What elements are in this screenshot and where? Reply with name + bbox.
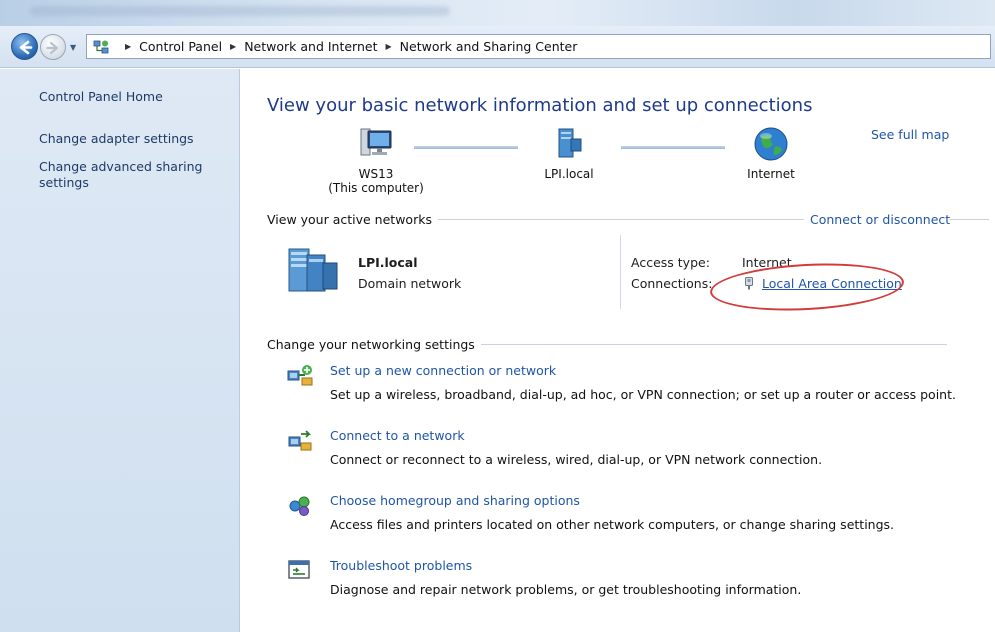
connections-label: Connections: <box>631 276 713 291</box>
change-adapter-settings-link[interactable]: Change adapter settings <box>39 131 229 147</box>
server-icon <box>558 128 582 158</box>
troubleshoot-desc: Diagnose and repair network problems, or… <box>330 582 802 597</box>
access-type-label: Access type: <box>631 255 710 270</box>
map-node-internet[interactable]: Internet <box>727 125 815 181</box>
network-map-name: LPI.local <box>544 167 594 181</box>
breadcrumb[interactable]: ▶ Control Panel ▶ Network and Internet ▶… <box>86 34 991 59</box>
connect-or-disconnect-link[interactable]: Connect or disconnect <box>804 212 951 227</box>
homegroup-icon <box>289 496 310 516</box>
change-advanced-sharing-link[interactable]: Change advanced sharing settings <box>39 159 229 191</box>
active-network-type: Domain network <box>358 276 462 291</box>
back-button[interactable] <box>11 33 38 60</box>
address-bar: ▼ ▶ Control Panel ▶ Network and Internet… <box>0 26 995 68</box>
domain-network-icon <box>288 248 338 292</box>
setup-new-connection-link[interactable]: Set up a new connection or network <box>330 363 556 378</box>
homegroup-sharing-link[interactable]: Choose homegroup and sharing options <box>330 493 580 508</box>
map-connector-line <box>414 146 518 149</box>
networking-settings-title: Change your networking settings <box>267 337 481 352</box>
breadcrumb-separator-icon: ▶ <box>125 42 132 51</box>
vertical-divider <box>620 235 621 309</box>
main-content: View your basic network information and … <box>241 69 995 632</box>
network-center-icon <box>93 40 109 53</box>
globe-icon <box>754 127 788 161</box>
blurred-window-title <box>30 6 450 16</box>
forward-arrow-icon <box>46 41 59 55</box>
forward-button[interactable] <box>40 34 66 60</box>
computer-name: WS13 <box>358 167 394 181</box>
left-task-pane: Control Panel Home Change adapter settin… <box>0 69 240 632</box>
window-title-bar <box>0 0 995 26</box>
map-connector-line <box>621 146 725 149</box>
active-network-name: LPI.local <box>358 255 418 270</box>
map-node-network[interactable]: LPI.local <box>519 125 619 181</box>
breadcrumb-separator-icon: ▶ <box>385 42 392 51</box>
map-node-computer[interactable]: WS13 (This computer) <box>321 125 431 195</box>
new-connection-icon <box>287 365 313 386</box>
computer-note: (This computer) <box>328 181 424 195</box>
connect-network-icon <box>288 430 312 451</box>
internet-label: Internet <box>747 167 795 181</box>
control-panel-home-link[interactable]: Control Panel Home <box>39 89 163 104</box>
breadcrumb-separator-icon: ▶ <box>230 42 237 51</box>
task-troubleshoot: Troubleshoot problems Diagnose and repai… <box>287 558 977 602</box>
history-dropdown-icon[interactable]: ▼ <box>70 43 76 52</box>
connect-to-network-desc: Connect or reconnect to a wireless, wire… <box>330 452 823 467</box>
breadcrumb-network-and-internet[interactable]: Network and Internet <box>244 39 377 54</box>
task-new-connection: Set up a new connection or network Set u… <box>287 363 977 407</box>
homegroup-sharing-desc: Access files and printers located on oth… <box>330 517 895 532</box>
connect-to-network-link[interactable]: Connect to a network <box>330 428 465 443</box>
troubleshoot-icon <box>288 560 310 579</box>
task-connect-network: Connect to a network Connect or reconnec… <box>287 428 977 472</box>
breadcrumb-control-panel[interactable]: Control Panel <box>139 39 222 54</box>
page-title: View your basic network information and … <box>267 95 813 116</box>
active-networks-title: View your active networks <box>267 212 438 227</box>
highlight-annotation-ellipse <box>708 258 906 316</box>
troubleshoot-link[interactable]: Troubleshoot problems <box>330 558 472 573</box>
back-arrow-icon <box>19 40 33 55</box>
breadcrumb-network-sharing-center[interactable]: Network and Sharing Center <box>400 39 578 54</box>
see-full-map-link[interactable]: See full map <box>871 127 949 142</box>
task-homegroup: Choose homegroup and sharing options Acc… <box>287 493 977 537</box>
setup-new-connection-desc: Set up a wireless, broadband, dial-up, a… <box>330 387 956 402</box>
computer-icon <box>360 128 392 156</box>
